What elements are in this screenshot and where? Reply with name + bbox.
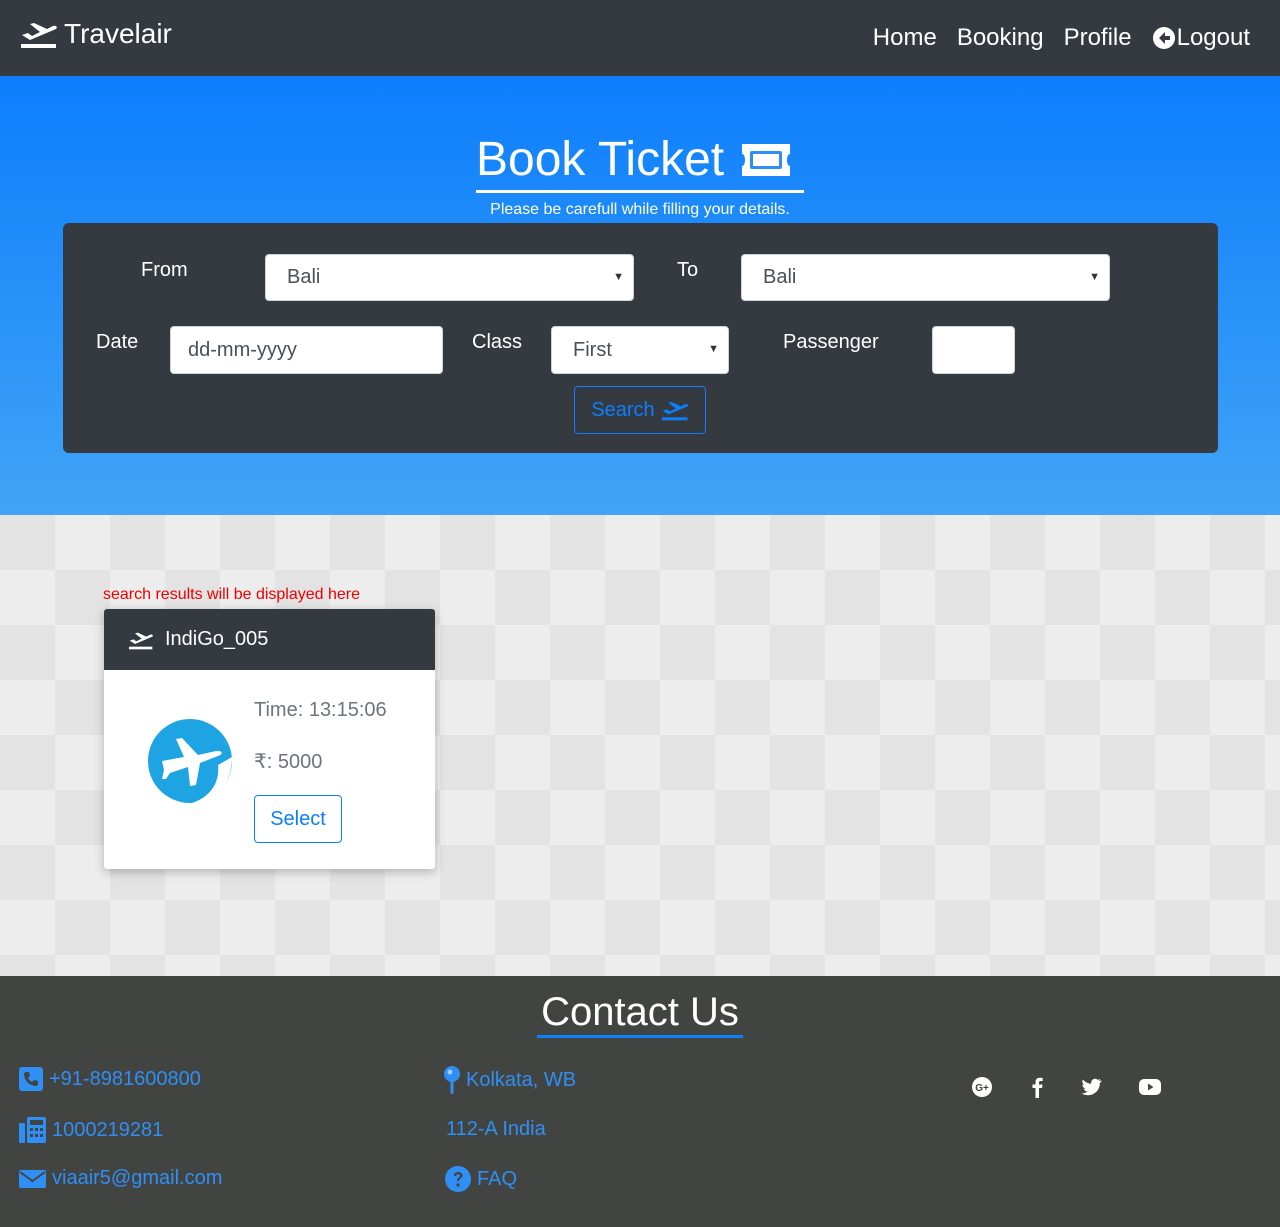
page-title-text: Book Ticket [476,133,725,186]
map-pin-icon [444,1066,460,1094]
envelope-icon [19,1169,46,1188]
nav-links: Home Booking Profile Logout [853,24,1250,52]
flight-card: IndiGo_005 Time: 13:15:06 ₹: 5000 Select [104,609,435,869]
booking-form: From Bali ▼ To Bali ▼ Date dd-mm-yyyy Cl… [63,223,1218,453]
nav-booking[interactable]: Booking [957,24,1044,52]
contact-title: Contact Us [537,990,743,1038]
flight-card-header: IndiGo_005 [104,609,435,670]
airplane-takeoff-icon [129,632,153,649]
nav-logout-label: Logout [1176,24,1250,51]
date-label: Date [96,331,139,353]
phone-icon [19,1067,43,1091]
results-note: search results will be displayed here [103,586,361,603]
arrow-circle-left-icon [1152,27,1175,49]
navbar: Travelair Home Booking Profile Logout [0,0,1280,76]
page-title: Book Ticket [476,131,804,193]
email-address: viaair5@gmail.com [52,1167,223,1189]
brand-link[interactable]: Travelair [20,18,172,50]
faq-link[interactable]: FAQ [445,1166,517,1192]
brand-name: Travelair [64,18,172,49]
phone-link[interactable]: +91-8981600800 [19,1067,201,1091]
search-button-label: Search [591,398,655,421]
phone-number: +91-8981600800 [49,1067,201,1090]
class-select-value: First [573,338,612,361]
page-subtitle: Please be carefull while filling your de… [490,201,790,218]
flight-time: Time: 13:15:06 [254,699,387,721]
fax-link[interactable]: 1000219281 [19,1117,163,1143]
from-select[interactable]: Bali ▼ [265,254,634,301]
nav-profile[interactable]: Profile [1064,24,1132,52]
svg-text:G+: G+ [975,1083,989,1094]
to-select[interactable]: Bali ▼ [741,254,1110,301]
email-link[interactable]: viaair5@gmail.com [19,1167,222,1190]
to-label: To [677,259,699,281]
date-input-placeholder: dd-mm-yyyy [188,338,297,361]
fax-icon [19,1117,46,1143]
nav-home[interactable]: Home [873,24,937,52]
youtube-icon[interactable] [1137,1074,1163,1100]
twitter-icon[interactable] [1078,1074,1104,1100]
hero-section: Book Ticket Please be carefull while fil… [0,76,1280,515]
faq-label: FAQ [477,1167,518,1190]
flight-name: IndiGo_005 [165,628,269,650]
google-plus-icon[interactable]: G+ [969,1074,995,1100]
search-button[interactable]: Search [574,386,706,434]
airline-logo [148,719,232,804]
facebook-icon[interactable] [1024,1074,1050,1100]
footer: Contact Us +91-8981600800 1000219281 via… [0,976,1280,1227]
caret-down-icon: ▼ [708,343,719,355]
select-flight-button[interactable]: Select [254,795,342,843]
question-circle-icon [445,1166,471,1192]
airplane-takeoff-icon [21,23,57,48]
class-label: Class [472,331,523,353]
address: 112-A India [446,1118,546,1140]
from-label: From [141,259,188,281]
passenger-label: Passenger [783,331,879,353]
results-section: search results will be displayed here In… [0,515,1280,976]
flight-price: ₹: 5000 [254,751,323,773]
caret-down-icon: ▼ [1089,271,1100,283]
nav-logout[interactable]: Logout [1152,24,1250,52]
location-link[interactable]: Kolkata, WB [444,1066,576,1094]
city: Kolkata, WB [466,1068,577,1091]
class-select[interactable]: First ▼ [551,326,729,374]
date-input[interactable]: dd-mm-yyyy [170,326,443,374]
caret-down-icon: ▼ [613,271,624,283]
to-select-value: Bali [763,266,797,288]
ticket-icon [742,143,791,176]
fax-number: 1000219281 [52,1118,164,1141]
passenger-input[interactable] [932,326,1015,374]
airplane-takeoff-icon [661,401,688,421]
from-select-value: Bali [287,266,321,288]
